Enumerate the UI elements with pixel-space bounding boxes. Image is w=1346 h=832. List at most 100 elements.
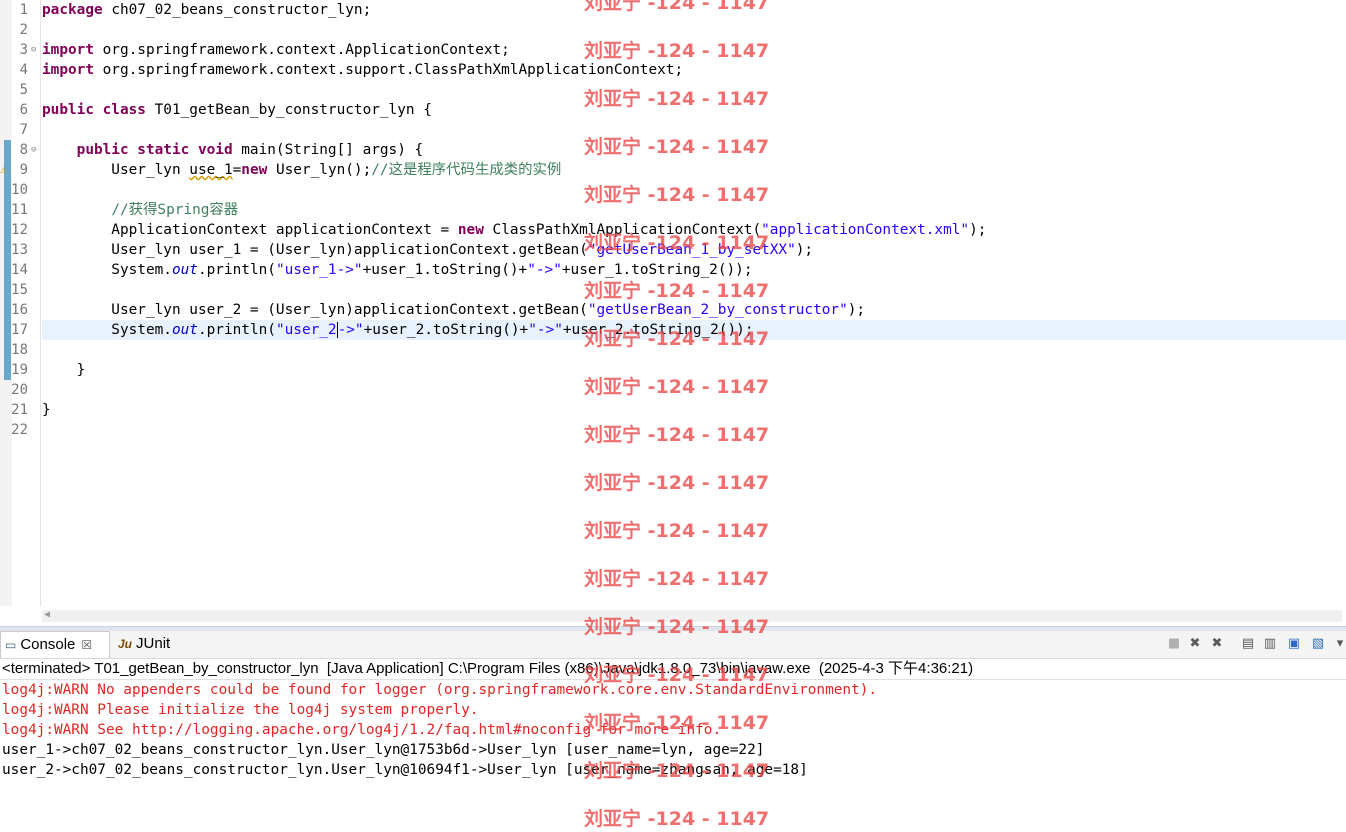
- unused-variable[interactable]: use_1: [189, 162, 232, 178]
- code-text: .println(: [197, 262, 276, 278]
- line-number: 16: [11, 302, 28, 318]
- line-number: 17: [11, 322, 28, 338]
- code-line: //获得Spring容器: [42, 200, 238, 220]
- console-line: log4j:WARN Please initialize the log4j s…: [2, 702, 479, 718]
- scroll-lock-icon[interactable]: ▥: [1262, 636, 1278, 652]
- code-line: User_lyn user_1 = (User_lyn)applicationC…: [42, 240, 813, 260]
- keyword: new: [241, 162, 268, 178]
- tab-label: JUnit: [136, 635, 171, 652]
- scrollbar-track[interactable]: [42, 610, 1342, 622]
- horizontal-scrollbar[interactable]: ◀: [0, 606, 1346, 626]
- line-number: 22: [11, 422, 28, 438]
- keyword: new: [457, 222, 484, 238]
- code-text: System.: [42, 262, 172, 278]
- code-text: );: [847, 302, 866, 318]
- fold-toggle-icon[interactable]: ⊖: [31, 140, 36, 160]
- line-number: 19: [11, 362, 28, 378]
- code-line: System.out.println("user_1->"+user_1.toS…: [42, 260, 752, 280]
- line-number: 4: [19, 62, 28, 78]
- code-text: +user_1.toString()+: [362, 262, 528, 278]
- code-text: System.: [42, 322, 172, 338]
- comment: //获得Spring容器: [111, 202, 239, 218]
- code-text: +user_2.toString()+: [363, 322, 529, 338]
- code-line: User_lyn user_2 = (User_lyn)applicationC…: [42, 300, 865, 320]
- console-line: log4j:WARN No appenders could be found f…: [2, 682, 878, 698]
- line-number: 1: [19, 2, 28, 18]
- line-number: 2: [19, 22, 28, 38]
- watermark-text: 刘亚宁 -124 - 1147: [584, 808, 770, 830]
- string-literal: "getUserBean_2_by_constructor": [587, 302, 848, 318]
- code-line: }: [42, 360, 86, 380]
- close-icon[interactable]: ☒: [81, 638, 92, 652]
- terminate-icon[interactable]: ■: [1166, 636, 1182, 652]
- code-line: System.out.println("user_2->"+user_2.toS…: [42, 320, 754, 340]
- line-number: 15: [11, 282, 28, 298]
- string-literal: "user_2: [275, 322, 337, 338]
- code-line: public static void main(String[] args) {: [42, 140, 424, 160]
- warning-marker-icon[interactable]: ⚠: [0, 160, 7, 180]
- code-text: org.springframework.context.ApplicationC…: [93, 42, 510, 58]
- string-literal: ->": [337, 322, 364, 338]
- line-number: 7: [19, 122, 28, 138]
- line-number: 21: [11, 402, 28, 418]
- string-literal: "getUserBean_1_by_setXX": [587, 242, 796, 258]
- line-number: 18: [11, 342, 28, 358]
- code-text: org.springframework.context.support.Clas…: [93, 62, 684, 78]
- console-view-header: ▭ Console ☒ Ju JUnit ■ ✖ ✖ ▤ ▥ ▣ ▧ ▾: [0, 631, 1346, 659]
- code-text: =: [232, 162, 242, 178]
- code-editor[interactable]: 1 2 3 ⊖ 4 5 6 7 8 ⊖ 9 ⚠ 10 11 12 13 14 1…: [0, 0, 1346, 606]
- tab-console[interactable]: ▭ Console ☒: [0, 631, 110, 658]
- line-number: 13: [11, 242, 28, 258]
- code-line: import org.springframework.context.suppo…: [42, 60, 683, 80]
- console-output[interactable]: log4j:WARN No appenders could be found f…: [2, 680, 1342, 780]
- junit-icon: Ju: [118, 637, 133, 651]
- string-literal: "->": [528, 322, 563, 338]
- static-field: out: [171, 262, 198, 278]
- code-text: User_lyn user_1 = (User_lyn)applicationC…: [42, 242, 588, 258]
- console-launch-status: <terminated> T01_getBean_by_constructor_…: [0, 659, 1346, 680]
- console-line: user_2->ch07_02_beans_constructor_lyn.Us…: [2, 762, 808, 778]
- keyword: public class: [42, 102, 146, 118]
- tab-label: Console: [20, 636, 76, 653]
- code-text: }: [42, 402, 51, 418]
- code-line: public class T01_getBean_by_constructor_…: [42, 100, 432, 120]
- keyword: import: [42, 42, 94, 58]
- display-selected-console-icon[interactable]: ▧: [1310, 636, 1326, 652]
- keyword: public static void: [76, 142, 233, 158]
- string-literal: "user_1->": [275, 262, 363, 278]
- code-line: import org.springframework.context.Appli…: [42, 40, 510, 60]
- fold-toggle-icon[interactable]: ⊖: [31, 40, 36, 60]
- remove-all-terminated-icon[interactable]: ✖: [1209, 636, 1225, 652]
- open-console-icon[interactable]: ▾: [1332, 636, 1346, 652]
- code-text: .println(: [197, 322, 276, 338]
- line-number: 20: [11, 382, 28, 398]
- keyword: package: [42, 2, 103, 18]
- pin-console-icon[interactable]: ▣: [1286, 636, 1302, 652]
- console-line: user_1->ch07_02_beans_constructor_lyn.Us…: [2, 742, 765, 758]
- tab-junit[interactable]: Ju JUnit: [118, 631, 188, 657]
- string-literal: "->": [527, 262, 562, 278]
- line-number: 10: [11, 182, 28, 198]
- code-text: +user_1.toString_2());: [561, 262, 753, 278]
- code-text: +user_2.toString_2());: [562, 322, 754, 338]
- line-number: 8: [19, 142, 28, 158]
- code-text: ApplicationContext applicationContext =: [42, 222, 458, 238]
- clear-console-icon[interactable]: ▤: [1240, 636, 1256, 652]
- code-line: }: [42, 400, 51, 420]
- code-text: main(String[] args) {: [232, 142, 424, 158]
- static-field: out: [171, 322, 198, 338]
- line-number: 12: [11, 222, 28, 238]
- line-number-gutter: 1 2 3 ⊖ 4 5 6 7 8 ⊖ 9 ⚠ 10 11 12 13 14 1…: [0, 0, 41, 606]
- scroll-left-icon[interactable]: ◀: [44, 609, 50, 620]
- code-text: User_lyn: [42, 162, 190, 178]
- code-text: T01_getBean_by_constructor_lyn {: [145, 102, 432, 118]
- code-text: );: [969, 222, 987, 238]
- code-line: User_lyn use_1=new User_lyn();//这是程序代码生成…: [42, 160, 561, 180]
- code-text: ch07_02_beans_constructor_lyn;: [102, 2, 372, 18]
- line-number: 14: [11, 262, 28, 278]
- remove-launch-icon[interactable]: ✖: [1187, 636, 1203, 652]
- line-number: 11: [11, 202, 28, 218]
- console-line: log4j:WARN See http://logging.apache.org…: [2, 722, 722, 738]
